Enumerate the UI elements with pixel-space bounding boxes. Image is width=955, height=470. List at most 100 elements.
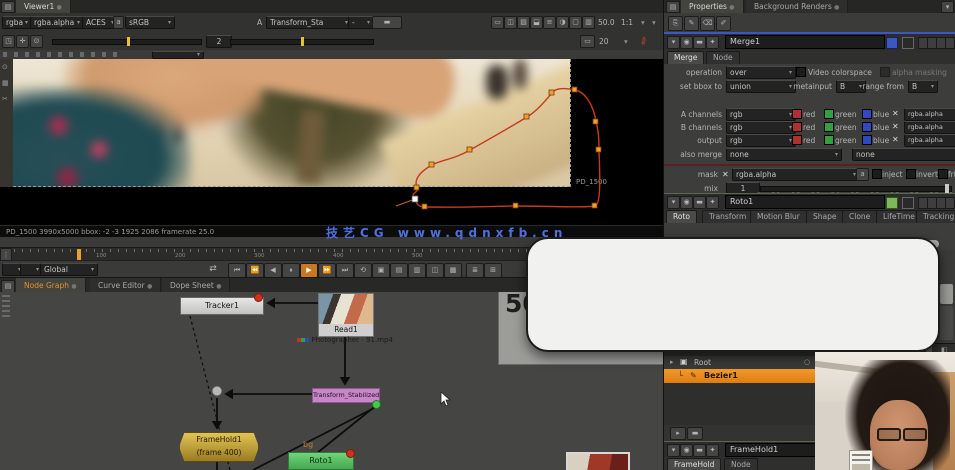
channels-rgb-icon[interactable]: ◳ (2, 35, 15, 48)
node-color-swatch[interactable] (886, 37, 898, 49)
inject-checkbox[interactable] (872, 169, 882, 179)
fstop-field[interactable]: 2 (206, 35, 232, 48)
goto-end-button[interactable]: ⏭ (336, 263, 354, 278)
viewer-lut-dropdown[interactable]: sRGB▾ (125, 16, 175, 29)
tab-properties[interactable]: Properties ● (681, 0, 744, 13)
tab-node[interactable]: Node (724, 458, 758, 470)
pen-icon[interactable]: ✐ (716, 16, 731, 31)
close-button[interactable] (945, 37, 955, 49)
tab-curve-editor[interactable]: Curve Editor ● (90, 278, 161, 293)
lock-icon[interactable]: ✦ (706, 196, 719, 209)
tab-motion-blur[interactable]: Motion Blur (750, 210, 807, 223)
tab-close-icon[interactable]: ● (216, 283, 221, 290)
step-back-button[interactable]: ◀ (264, 263, 282, 278)
merge1-name-field[interactable]: Merge1 (725, 35, 885, 49)
fullscreen-icon[interactable]: ▭ (491, 16, 504, 29)
tab-close-icon[interactable]: ● (729, 4, 734, 11)
play-forward-fast-button[interactable]: ⏩ (318, 263, 336, 278)
wipe-mode-button[interactable]: ▬ (372, 16, 402, 29)
gamma-reset-icon[interactable]: ⊙ (30, 35, 43, 48)
play-backward-fast-button[interactable]: ⏪ (246, 263, 264, 278)
tab-clone[interactable]: Clone (842, 210, 877, 223)
viewer-a-node-dropdown[interactable]: Transform_Sta▾ (266, 16, 352, 29)
flipbook-button[interactable]: ≣ (466, 263, 484, 278)
operation-dropdown[interactable]: over▾ (726, 66, 796, 79)
gain-slider-handle[interactable] (127, 37, 130, 46)
b-blue-checkbox[interactable] (862, 122, 872, 132)
tab-close-icon[interactable]: ● (147, 283, 152, 290)
node-read1[interactable]: Read1 (318, 293, 374, 337)
close-button[interactable] (945, 197, 955, 209)
video-colorspace-checkbox[interactable] (796, 67, 806, 77)
minimize-icon[interactable]: ▬ (693, 196, 706, 209)
tab-node[interactable]: Node (706, 51, 740, 64)
a-channels-dropdown[interactable]: rgb▾ (726, 108, 796, 121)
tab-transform[interactable]: Transform (702, 210, 753, 223)
tab-close-icon[interactable]: ● (834, 4, 839, 11)
minimize-icon[interactable]: ▬ (693, 36, 706, 49)
pause-display-icon[interactable]: ▢ (569, 16, 582, 29)
viewer-wipe-dropdown[interactable]: -▾ (348, 16, 374, 29)
goto-start-button[interactable]: ⏮ (228, 263, 246, 278)
fringe-checkbox[interactable] (938, 169, 948, 179)
clear-panels-icon[interactable]: ⌫ (700, 16, 715, 31)
out-alpha-link-field[interactable]: rgba.alpha (904, 134, 955, 147)
collapse-icon[interactable]: ▾ (667, 196, 680, 209)
chevron-down-icon[interactable]: ▾ (652, 18, 656, 27)
lock-icon[interactable]: ✦ (706, 444, 719, 457)
tab-node-graph[interactable]: Node Graph ● (16, 278, 86, 293)
gain-slider[interactable] (52, 39, 202, 45)
b-alpha-link-field[interactable]: rgba.alpha (904, 121, 955, 134)
props-scrollbar-thumb[interactable] (940, 284, 953, 304)
roi-icon[interactable]: ▨ (517, 16, 530, 29)
a-green-checkbox[interactable] (824, 109, 834, 119)
node-transform-stabilized[interactable]: Transform_Stabilized (312, 388, 380, 403)
fullscreen-timeline-button[interactable]: ⊞ (484, 263, 502, 278)
pause-button[interactable]: ⏸ (282, 263, 300, 278)
gamma-display-icon[interactable]: ≡ (543, 16, 556, 29)
gl-color-swatch[interactable] (902, 37, 914, 49)
stereo-icon[interactable]: ▥ (582, 16, 595, 29)
roto-preset-dropdown[interactable]: ▾ (152, 51, 204, 59)
collapse-icon[interactable]: ▾ (667, 36, 680, 49)
gamma-slider[interactable] (230, 39, 374, 45)
refresh-icon[interactable]: ◑ (556, 16, 569, 29)
visibility-toggle[interactable]: ○ (804, 358, 810, 366)
keyframe-prev-button[interactable]: ▤ (390, 263, 408, 278)
clip-warning-icon[interactable]: ⬓ (530, 16, 543, 29)
out-alpha-x-icon[interactable]: ✕ (892, 135, 899, 144)
gamma-slider-handle[interactable] (301, 37, 304, 46)
add-shape-button[interactable]: ▸ (670, 427, 686, 440)
merge1-header[interactable]: ▾ ◉ ▬ ✦ Merge1 (664, 34, 955, 51)
node-color-swatch[interactable] (886, 197, 898, 209)
tab-merge[interactable]: Merge (667, 51, 704, 64)
viewer-layer-short-dropdown[interactable]: rgba▾ (2, 16, 32, 29)
playhead[interactable] (77, 249, 81, 260)
tab-roto[interactable]: Roto (666, 210, 697, 223)
node-roto1[interactable]: Roto1 (288, 452, 354, 470)
tab-viewer1[interactable]: Viewer1 ● (16, 0, 71, 13)
props-scrollbar-track[interactable] (940, 306, 953, 340)
b-red-checkbox[interactable] (792, 122, 802, 132)
pane-icon[interactable]: ▤ (1, 1, 15, 13)
also-merge-field[interactable]: none (852, 148, 955, 161)
also-merge-dropdown[interactable]: none▾ (726, 148, 842, 161)
tab-tracking[interactable]: Tracking (916, 210, 955, 223)
out-red-checkbox[interactable] (792, 135, 802, 145)
center-node-icon[interactable]: ◉ (680, 196, 693, 209)
minimize-icon[interactable]: ▬ (693, 444, 706, 457)
tab-close-icon[interactable]: ● (57, 4, 62, 11)
zoom-fit-icon[interactable]: ▭ (580, 35, 595, 48)
alpha-masking-checkbox[interactable] (880, 67, 890, 77)
lock-icon[interactable]: ✦ (706, 36, 719, 49)
center-node-icon[interactable]: ◉ (680, 444, 693, 457)
center-node-icon[interactable]: ◉ (680, 36, 693, 49)
mask-channel-button[interactable]: a (856, 168, 869, 181)
range-last-button[interactable]: ▩ (444, 263, 462, 278)
proxy-icon[interactable]: ◫ (504, 16, 517, 29)
a-red-checkbox[interactable] (792, 109, 802, 119)
b-green-checkbox[interactable] (824, 122, 834, 132)
gain-reset-icon[interactable]: ✛ (16, 35, 29, 48)
pane-icon[interactable]: ▤ (666, 1, 680, 13)
mini-node-thumbnail[interactable] (566, 452, 630, 470)
